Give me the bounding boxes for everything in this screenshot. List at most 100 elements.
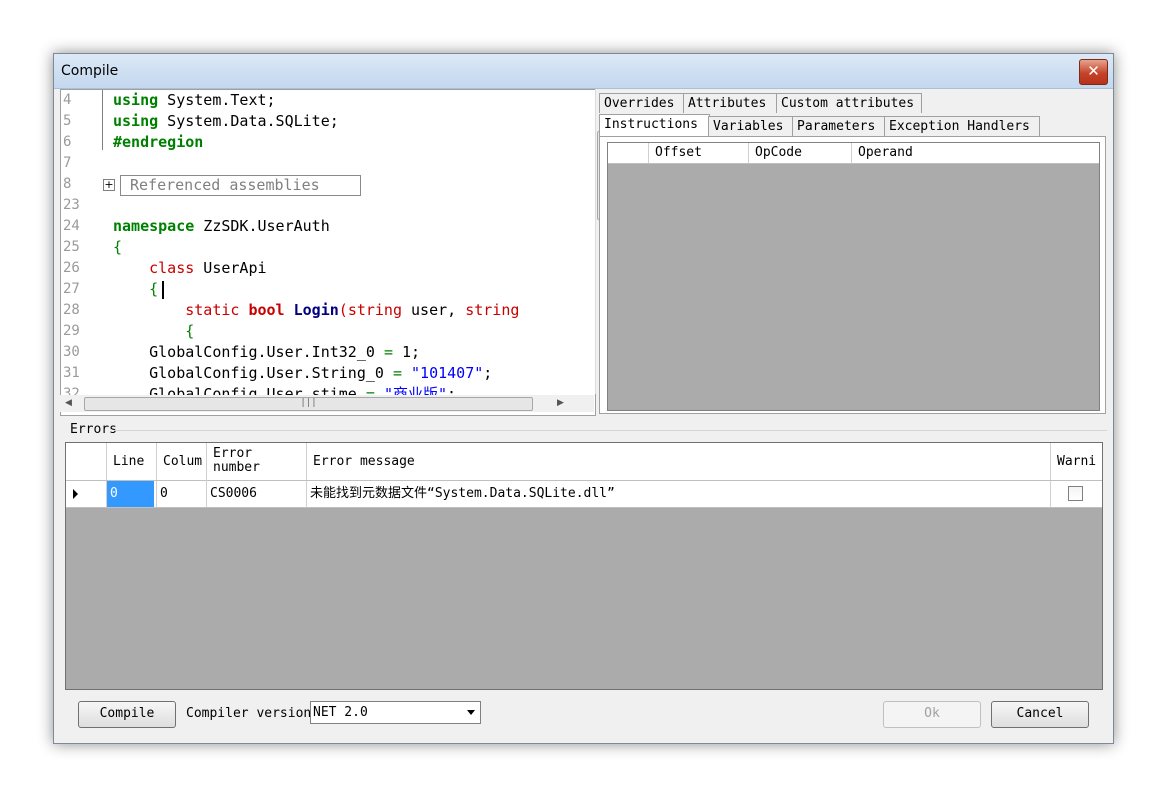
- code-token: {: [113, 238, 123, 256]
- code-text: GlobalConfig.User.Int32_0 = 1;: [113, 342, 420, 363]
- code-token: using: [113, 112, 159, 130]
- error-message-cell[interactable]: 未能找到元数据文件“System.Data.SQLite.dll”: [306, 481, 1047, 507]
- code-line[interactable]: 25 {: [61, 237, 595, 258]
- instructions-panel: Offset OpCode Operand: [599, 136, 1106, 414]
- scroll-right-icon[interactable]: ▶: [557, 398, 564, 408]
- column-error-message[interactable]: Error message: [306, 443, 1050, 480]
- code-text: {: [113, 279, 158, 300]
- code-token: System.Text;: [158, 91, 276, 109]
- code-line[interactable]: 4 using System.Text;: [61, 90, 595, 111]
- line-number: 30: [63, 344, 80, 360]
- title-bar[interactable]: Compile ✕: [54, 54, 1113, 89]
- table-row[interactable]: 0 0 CS0006 未能找到元数据文件“System.Data.SQLite.…: [66, 481, 1102, 508]
- tab-exception-handlers[interactable]: Exception Handlers: [884, 116, 1040, 136]
- compile-button[interactable]: Compile: [78, 701, 176, 728]
- code-line[interactable]: 7: [61, 153, 595, 174]
- compiler-version-value: NET 2.0: [313, 705, 368, 720]
- code-token: ZzSDK.UserAuth: [194, 217, 330, 235]
- code-line[interactable]: 27 {: [61, 279, 595, 300]
- code-line[interactable]: 5 using System.Data.SQLite;: [61, 111, 595, 132]
- line-number: 27: [63, 281, 80, 297]
- code-token: System.Data.SQLite;: [158, 112, 339, 130]
- errors-grid[interactable]: Line Colum Error number Error message Wa…: [65, 442, 1103, 690]
- compiler-version-select[interactable]: NET 2.0: [310, 701, 481, 724]
- current-row-indicator-icon: [73, 489, 78, 499]
- code-token: "101407": [411, 364, 484, 382]
- column-offset[interactable]: Offset: [648, 143, 748, 163]
- code-line[interactable]: 30 GlobalConfig.User.Int32_0 = 1;: [61, 342, 595, 363]
- line-number: 25: [63, 239, 80, 255]
- code-token: string: [465, 301, 520, 319]
- code-text: {: [113, 321, 194, 342]
- line-number: 7: [63, 155, 72, 171]
- code-text: static bool Login(string user, string: [113, 300, 519, 321]
- tab-parameters[interactable]: Parameters: [792, 116, 885, 136]
- code-token: user,: [402, 301, 466, 319]
- compile-dialog: Compile ✕ + Referenced assemblies 4 using…: [53, 53, 1114, 744]
- tab-attributes[interactable]: Attributes: [683, 93, 777, 113]
- error-line-cell[interactable]: 0: [106, 481, 154, 507]
- tab-instructions[interactable]: Instructions: [599, 114, 710, 137]
- column-column[interactable]: Colum: [156, 443, 207, 480]
- tab-custom-attributes[interactable]: Custom attributes: [776, 93, 922, 113]
- code-line[interactable]: 31 GlobalConfig.User.String_0 = "101407"…: [61, 363, 595, 384]
- code-token: =: [383, 343, 393, 361]
- compiler-version-label: Compiler version:: [186, 706, 320, 721]
- error-warning-cell[interactable]: [1050, 481, 1100, 507]
- tab-overrides[interactable]: Overrides: [599, 93, 684, 113]
- column-error-number[interactable]: Error number: [206, 443, 307, 484]
- window-title: Compile: [61, 63, 119, 79]
- errors-section-label: Errors: [70, 422, 117, 437]
- line-number: 28: [63, 302, 80, 318]
- horizontal-scroll-thumb[interactable]: |||: [84, 397, 533, 411]
- code-text: GlobalConfig.User.String_0 = "101407";: [113, 363, 492, 384]
- code-token: {: [185, 322, 195, 340]
- column-opcode[interactable]: OpCode: [748, 143, 848, 163]
- code-editor[interactable]: + Referenced assemblies 4 using System.Te…: [60, 89, 596, 416]
- line-number: 23: [63, 197, 80, 213]
- code-text: class UserApi: [113, 258, 267, 279]
- code-line[interactable]: 8: [61, 174, 595, 195]
- ok-button[interactable]: Ok: [883, 701, 981, 728]
- code-line[interactable]: 29 {: [61, 321, 595, 342]
- code-token: UserApi: [194, 259, 267, 277]
- line-number: 5: [63, 113, 72, 129]
- close-button[interactable]: ✕: [1079, 59, 1108, 85]
- code-text: #endregion: [113, 132, 203, 153]
- inspector-tabs: Overrides Attributes Custom attributes I…: [599, 93, 1107, 414]
- line-number: 24: [63, 218, 80, 234]
- errors-divider: [114, 430, 1107, 431]
- instructions-grid[interactable]: Offset OpCode Operand: [607, 142, 1100, 411]
- errors-grid-header: Line Colum Error number Error message Wa…: [66, 443, 1103, 484]
- code-token: GlobalConfig.User.String_0: [113, 364, 393, 382]
- code-line[interactable]: 28 static bool Login(string user, string: [61, 300, 595, 321]
- tab-variables[interactable]: Variables: [708, 116, 793, 136]
- line-number: 31: [63, 365, 80, 381]
- error-number-header-line2: number: [213, 460, 260, 475]
- code-line[interactable]: 6 #endregion: [61, 132, 595, 153]
- code-line[interactable]: 24 namespace ZzSDK.UserAuth: [61, 216, 595, 237]
- code-token: #endregion: [113, 133, 204, 151]
- code-text: {: [113, 237, 122, 258]
- line-number: 6: [63, 134, 72, 150]
- dropdown-arrow-icon[interactable]: [467, 710, 475, 715]
- code-line[interactable]: 23: [61, 195, 595, 216]
- scroll-left-icon[interactable]: ◀: [65, 398, 72, 408]
- code-line[interactable]: 26 class UserApi: [61, 258, 595, 279]
- error-number-cell[interactable]: CS0006: [206, 481, 304, 507]
- cancel-button[interactable]: Cancel: [991, 701, 1089, 728]
- code-token: Login: [293, 301, 339, 319]
- column-line[interactable]: Line: [106, 443, 157, 480]
- editor-horizontal-scrollbar[interactable]: ◀ ||| ▶: [60, 395, 594, 412]
- code-token: using: [113, 91, 159, 109]
- column-operand[interactable]: Operand: [851, 143, 1098, 163]
- code-token: =: [392, 364, 402, 382]
- code-text: using System.Text;: [113, 90, 276, 111]
- column-warning[interactable]: Warni: [1050, 443, 1103, 480]
- code-token: 1;: [392, 343, 421, 361]
- line-number: 8: [63, 176, 72, 192]
- error-column-cell[interactable]: 0: [156, 481, 204, 507]
- warning-checkbox[interactable]: [1068, 486, 1083, 501]
